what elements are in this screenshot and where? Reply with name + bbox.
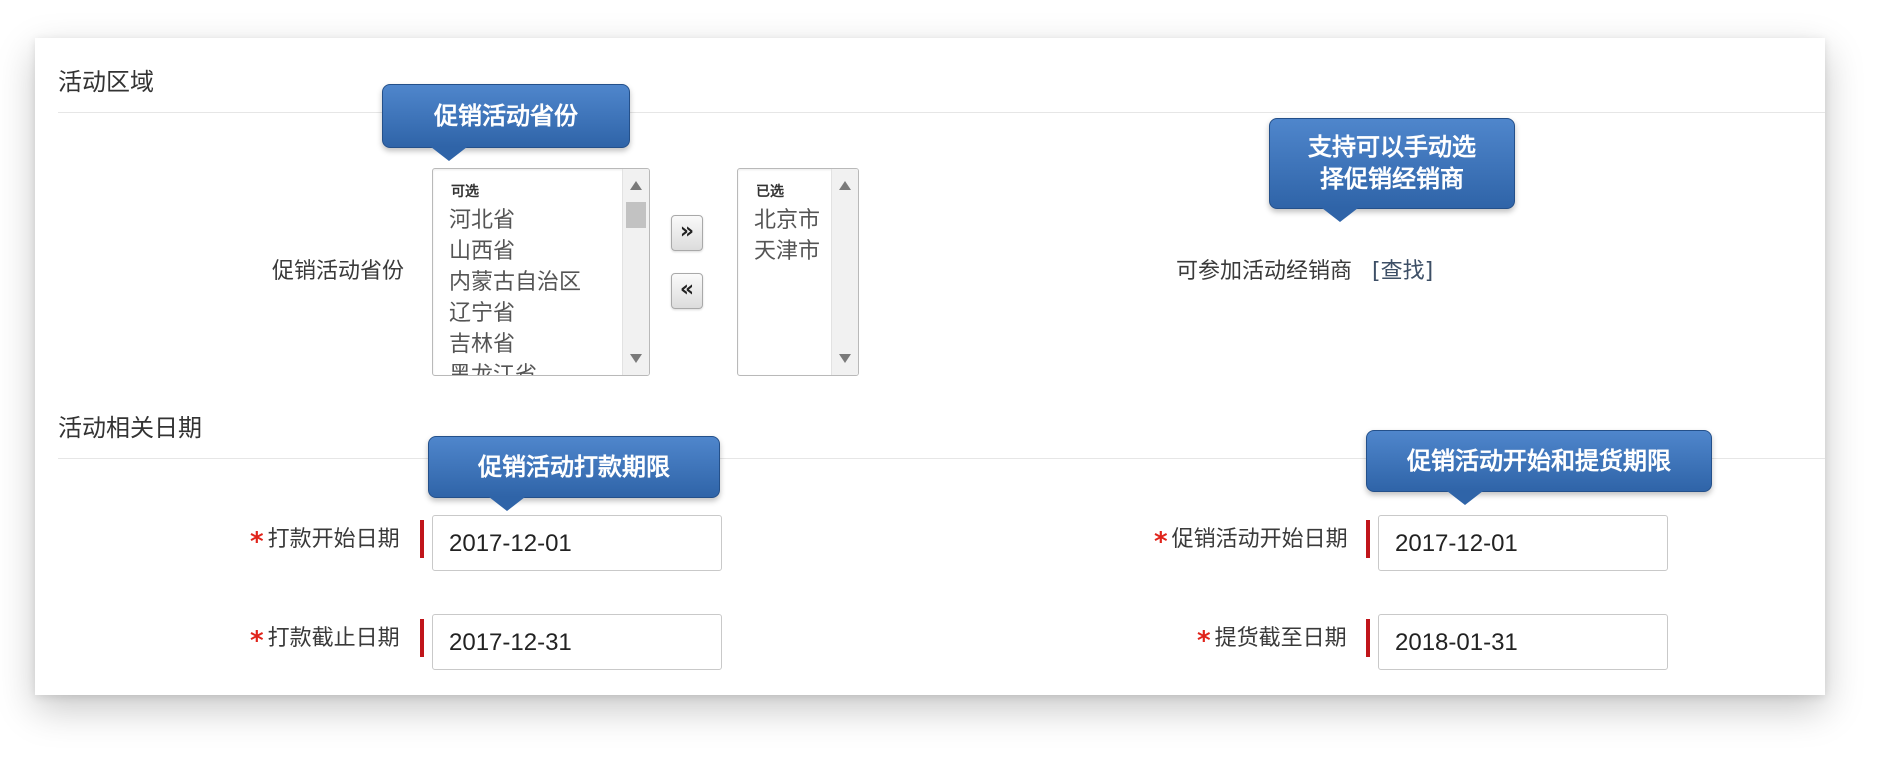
payment-start-label: * 打款开始日期: [250, 521, 400, 557]
section-title-dates: 活动相关日期: [58, 414, 202, 442]
callout-promo: 促销活动开始和提货期限: [1366, 430, 1712, 505]
dealers-label: 可参加活动经销商: [1176, 259, 1353, 284]
callout-pointer: [489, 497, 525, 511]
payment-start-label-text: 打款开始日期: [267, 527, 400, 552]
promo-start-date-input[interactable]: 2017-12-01: [1378, 515, 1668, 571]
required-marker: [1366, 619, 1370, 657]
payment-end-label-text: 打款截止日期: [267, 626, 400, 651]
required-marker: [1366, 520, 1370, 558]
scrollbar[interactable]: [622, 169, 649, 375]
list-item[interactable]: 河北省: [433, 205, 649, 236]
scroll-down-arrow-icon[interactable]: [630, 354, 642, 363]
promo-start-label-text: 促销活动开始日期: [1171, 527, 1348, 552]
promo-start-label: * 促销活动开始日期: [1154, 521, 1348, 557]
callout-province-text: 促销活动省份: [434, 102, 578, 130]
section-divider: [58, 112, 1825, 113]
remove-province-button[interactable]: «: [671, 273, 703, 309]
delivery-end-label: * 提货截至日期: [1197, 620, 1347, 656]
callout-pointer: [1322, 208, 1358, 222]
required-marker: [420, 520, 424, 558]
scroll-down-arrow-icon[interactable]: [839, 354, 851, 363]
callout-dealers-line2: 择促销经销商: [1320, 165, 1464, 193]
delivery-end-label-text: 提货截至日期: [1214, 626, 1347, 651]
required-asterisk: *: [1154, 527, 1168, 557]
payment-end-date-input[interactable]: 2017-12-31: [432, 614, 722, 670]
required-asterisk: *: [250, 527, 264, 557]
callout-payment-text: 促销活动打款期限: [478, 453, 670, 481]
required-asterisk: *: [250, 626, 264, 656]
list-header-available: 可选: [451, 184, 479, 200]
scroll-up-arrow-icon[interactable]: [630, 181, 642, 190]
province-label: 促销活动省份: [272, 259, 405, 284]
scrollbar[interactable]: [831, 169, 858, 375]
list-item[interactable]: 山西省: [433, 236, 649, 267]
list-item[interactable]: 黑龙江省: [433, 360, 649, 375]
list-item[interactable]: 辽宁省: [433, 298, 649, 329]
selected-provinces-list[interactable]: 已选 北京市 天津市: [737, 168, 859, 376]
required-marker: [420, 619, 424, 657]
promotion-form-panel: 活动区域 促销活动省份 可选 河北省 山西省 内蒙古自治区 辽宁省 吉林省 黑龙…: [35, 38, 1825, 695]
callout-promo-text: 促销活动开始和提货期限: [1407, 447, 1671, 475]
callout-pointer: [1447, 491, 1483, 505]
required-asterisk: *: [1197, 626, 1211, 656]
section-title-area: 活动区域: [58, 68, 154, 96]
callout-dealers: 支持可以手动选 择促销经销商: [1269, 118, 1515, 222]
callout-province: 促销活动省份: [382, 84, 630, 161]
scrollbar-thumb[interactable]: [626, 202, 646, 228]
add-province-button[interactable]: »: [671, 215, 703, 251]
scroll-up-arrow-icon[interactable]: [839, 181, 851, 190]
dealer-search-link[interactable]: [查找]: [1372, 253, 1433, 285]
callout-dealers-line1: 支持可以手动选: [1308, 133, 1476, 161]
callout-payment: 促销活动打款期限: [428, 436, 720, 511]
payment-end-label: * 打款截止日期: [250, 620, 400, 656]
list-item[interactable]: 内蒙古自治区: [433, 267, 649, 298]
callout-pointer: [431, 147, 467, 161]
list-item[interactable]: 吉林省: [433, 329, 649, 360]
delivery-end-date-input[interactable]: 2018-01-31: [1378, 614, 1668, 670]
available-provinces-list[interactable]: 可选 河北省 山西省 内蒙古自治区 辽宁省 吉林省 黑龙江省: [432, 168, 650, 376]
payment-start-date-input[interactable]: 2017-12-01: [432, 515, 722, 571]
